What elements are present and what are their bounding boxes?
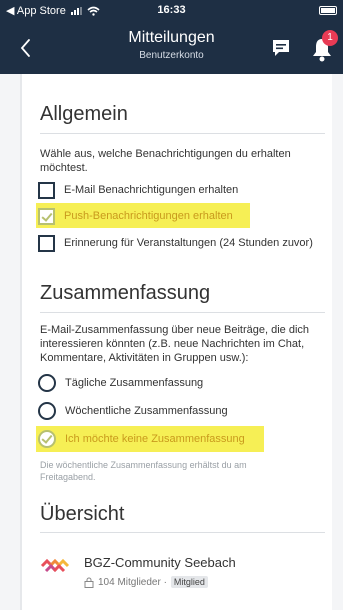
option-label: Ich möchte keine Zusammenfassung xyxy=(65,433,245,445)
option-label: E-Mail Benachrichtigungen erhalten xyxy=(64,184,239,196)
summary-description: E-Mail-Zusammenfassung über neue Beiträg… xyxy=(40,324,310,364)
summary-hint: Die wöchentliche Zusammenfassung erhälts… xyxy=(40,460,247,482)
battery-icon xyxy=(319,6,337,15)
role-badge: Mitglied xyxy=(170,576,208,588)
general-description: Wähle aus, welche Benachrichtigungen du … xyxy=(40,148,291,174)
email-notifications-checkbox[interactable]: E-Mail Benachrichtigungen erhalten xyxy=(38,179,238,201)
option-label: Push-Benachrichtigungen erhalten xyxy=(64,210,233,222)
checkbox-icon xyxy=(38,234,55,252)
divider xyxy=(40,312,325,313)
member-count: 104 Mitglieder · xyxy=(98,576,167,588)
checkbox-icon xyxy=(38,181,55,199)
notification-badge: 1 xyxy=(322,30,338,46)
community-list-item[interactable]: BGZ-Community Seebach 104 Mitglieder · M… xyxy=(40,548,320,598)
nav-bar: Mitteilungen Benutzerkonto 1 xyxy=(0,22,343,74)
radio-checked-icon xyxy=(38,430,56,448)
option-label: Wöchentliche Zusammenfassung xyxy=(65,405,228,417)
option-label: Tägliche Zusammenfassung xyxy=(65,377,204,389)
event-reminder-checkbox[interactable]: Erinnerung für Veranstaltungen (24 Stund… xyxy=(38,232,313,254)
community-logo-icon xyxy=(40,558,70,573)
radio-icon xyxy=(38,374,56,392)
section-heading-summary: Zusammenfassung xyxy=(40,282,211,304)
chat-icon[interactable] xyxy=(270,37,292,59)
option-label: Erinnerung für Veranstaltungen (24 Stund… xyxy=(64,237,313,249)
push-notifications-checkbox[interactable]: Push-Benachrichtigungen erhalten xyxy=(38,205,233,227)
no-summary-radio[interactable]: Ich möchte keine Zusammenfassung xyxy=(38,428,245,450)
weekly-summary-radio[interactable]: Wöchentliche Zusammenfassung xyxy=(38,400,228,422)
daily-summary-radio[interactable]: Tägliche Zusammenfassung xyxy=(38,372,203,394)
lock-icon xyxy=(84,577,94,588)
section-heading-overview: Übersicht xyxy=(40,503,125,525)
community-name[interactable]: BGZ-Community Seebach xyxy=(84,555,236,570)
divider xyxy=(40,532,325,533)
clock: 16:33 xyxy=(157,4,186,16)
checkbox-checked-icon xyxy=(38,207,55,225)
radio-icon xyxy=(38,402,56,420)
divider xyxy=(40,133,325,134)
section-heading-general: Allgemein xyxy=(40,103,128,125)
community-meta: 104 Mitglieder · Mitglied xyxy=(84,576,208,588)
status-bar: ◀ App Store 16:33 xyxy=(0,0,343,22)
